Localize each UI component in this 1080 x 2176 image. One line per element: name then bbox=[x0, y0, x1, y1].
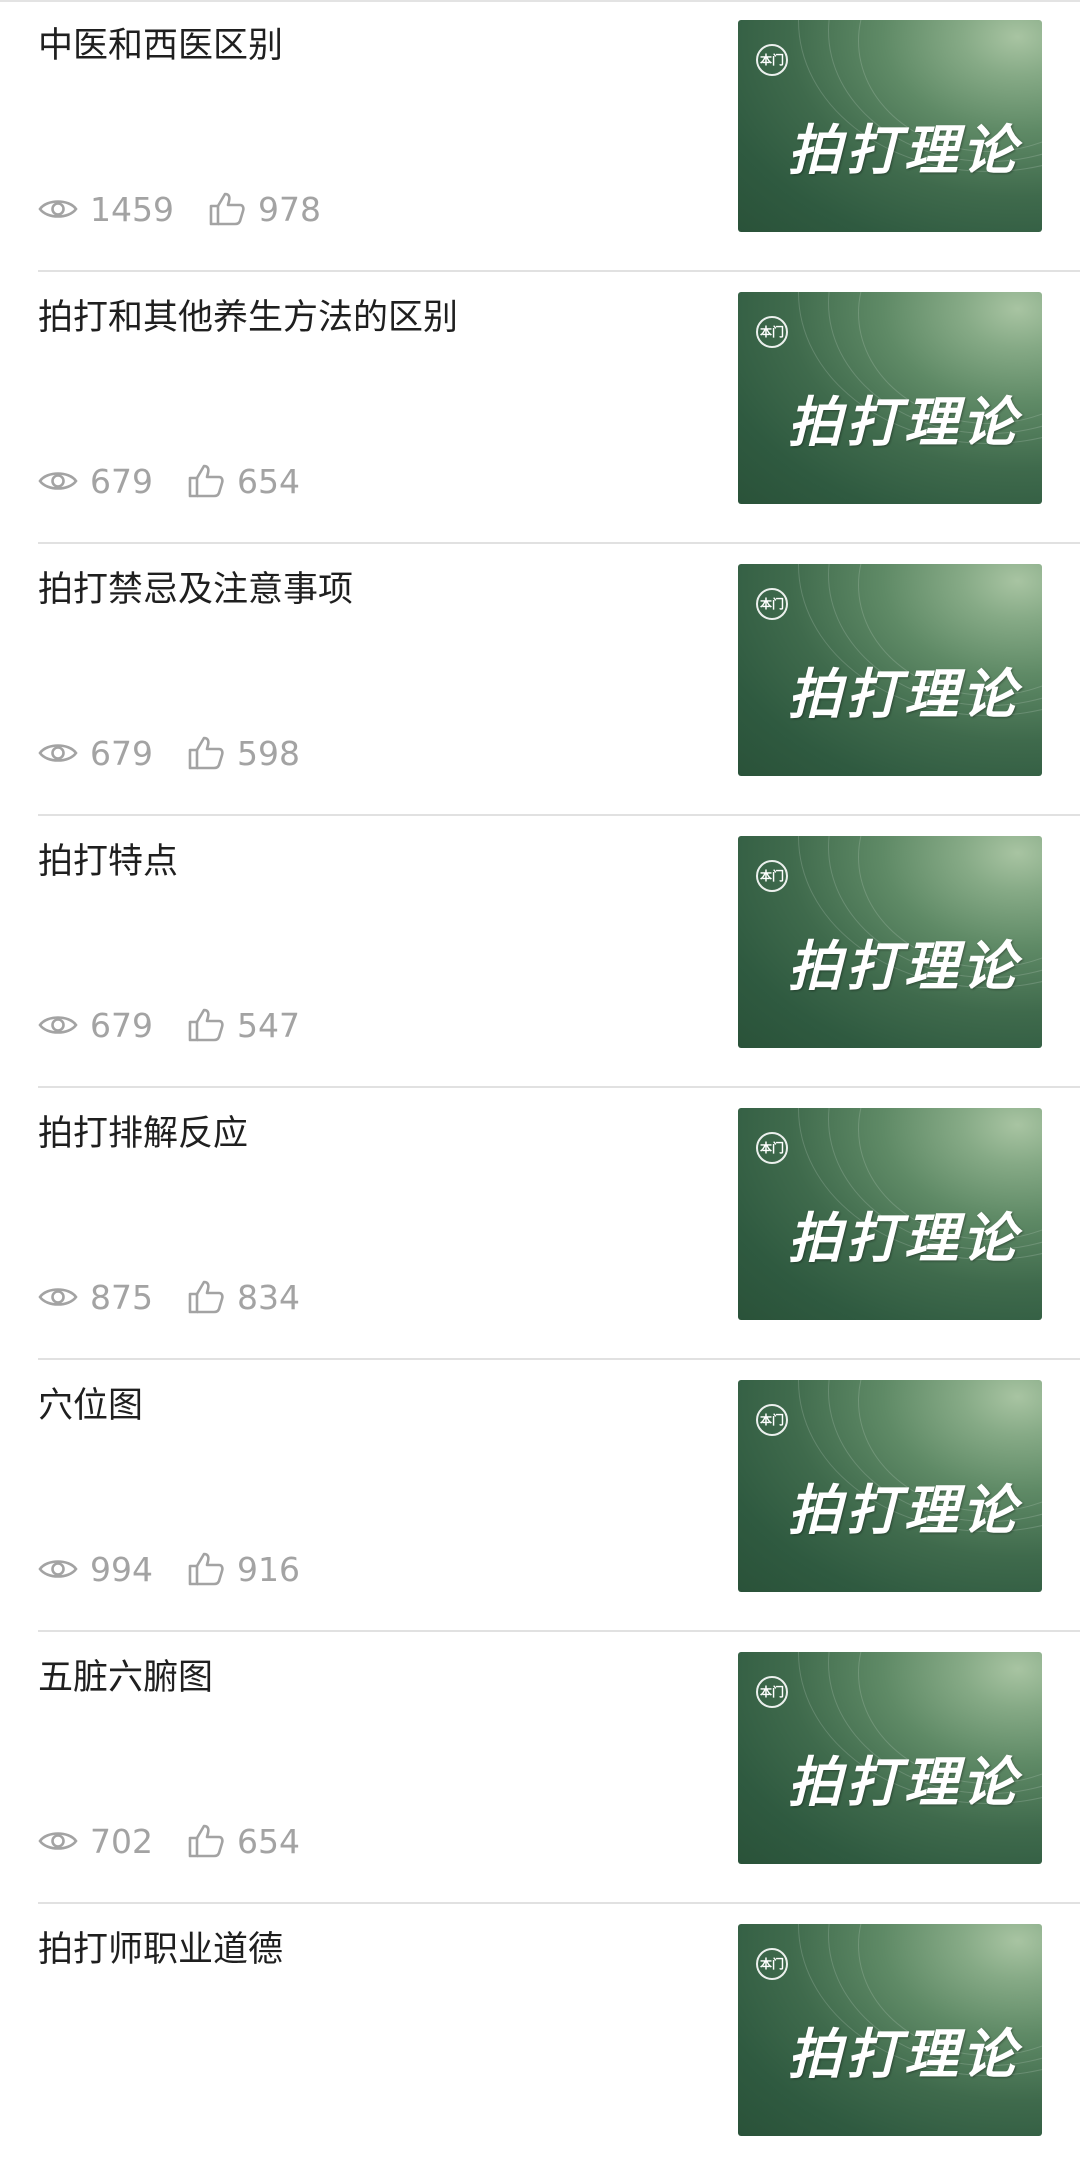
thumbs-up-icon[interactable] bbox=[187, 463, 225, 499]
article-stats: 679 654 bbox=[38, 458, 300, 504]
article-stats: 1459 978 bbox=[38, 186, 321, 232]
article-thumbnail[interactable]: 本门 拍打理论 bbox=[738, 292, 1042, 504]
thumbnail-title: 拍打理论 bbox=[788, 1750, 1020, 1814]
thumbs-up-icon[interactable] bbox=[187, 1007, 225, 1043]
thumbs-up-icon[interactable] bbox=[187, 1823, 225, 1859]
list-item[interactable]: 拍打特点 679 547 本门 拍打理论 bbox=[0, 816, 1080, 1088]
thumbnail-title: 拍打理论 bbox=[788, 1478, 1020, 1542]
article-title[interactable]: 拍打排解反应 bbox=[38, 1110, 718, 1158]
article-title[interactable]: 穴位图 bbox=[38, 1382, 718, 1430]
eye-icon bbox=[38, 196, 78, 222]
view-count: 994 bbox=[90, 1549, 153, 1589]
eye-icon bbox=[38, 1828, 78, 1854]
thumbs-up-icon[interactable] bbox=[208, 191, 246, 227]
like-count: 547 bbox=[237, 1005, 300, 1045]
thumbnail-title: 拍打理论 bbox=[788, 662, 1020, 726]
thumbnail-seal: 本门 bbox=[756, 588, 788, 620]
view-count: 679 bbox=[90, 733, 153, 773]
article-thumbnail[interactable]: 本门 拍打理论 bbox=[738, 1652, 1042, 1864]
eye-icon bbox=[38, 1012, 78, 1038]
article-thumbnail[interactable]: 本门 拍打理论 bbox=[738, 1380, 1042, 1592]
view-count: 875 bbox=[90, 1277, 153, 1317]
thumbnail-seal: 本门 bbox=[756, 44, 788, 76]
thumbnail-seal: 本门 bbox=[756, 860, 788, 892]
list-item[interactable]: 拍打禁忌及注意事项 679 598 本门 拍打理论 bbox=[0, 544, 1080, 816]
view-count: 679 bbox=[90, 1005, 153, 1045]
thumbnail-title: 拍打理论 bbox=[788, 1206, 1020, 1270]
like-count: 916 bbox=[237, 1549, 300, 1589]
like-count: 654 bbox=[237, 461, 300, 501]
list-item[interactable]: 拍打排解反应 875 834 本门 拍打理论 bbox=[0, 1088, 1080, 1360]
thumbs-up-icon[interactable] bbox=[187, 1279, 225, 1315]
eye-icon bbox=[38, 1284, 78, 1310]
thumbnail-seal: 本门 bbox=[756, 316, 788, 348]
article-title[interactable]: 拍打和其他养生方法的区别 bbox=[38, 294, 718, 342]
list-item[interactable]: 拍打师职业道德 本门 拍打理论 bbox=[0, 1904, 1080, 2176]
article-thumbnail[interactable]: 本门 拍打理论 bbox=[738, 836, 1042, 1048]
thumbnail-title: 拍打理论 bbox=[788, 118, 1020, 182]
list-item[interactable]: 拍打和其他养生方法的区别 679 654 本门 拍打理论 bbox=[0, 272, 1080, 544]
thumbnail-title: 拍打理论 bbox=[788, 390, 1020, 454]
eye-icon bbox=[38, 468, 78, 494]
article-stats: 875 834 bbox=[38, 1274, 300, 1320]
article-thumbnail[interactable]: 本门 拍打理论 bbox=[738, 20, 1042, 232]
list-item[interactable]: 中医和西医区别 1459 978 本门 拍打理论 bbox=[0, 0, 1080, 272]
article-stats: 679 547 bbox=[38, 1002, 300, 1048]
list-item[interactable]: 穴位图 994 916 本门 拍打理论 bbox=[0, 1360, 1080, 1632]
like-count: 978 bbox=[257, 189, 321, 229]
thumbnail-seal: 本门 bbox=[756, 1132, 788, 1164]
thumbnail-seal: 本门 bbox=[756, 1404, 788, 1436]
article-title[interactable]: 拍打特点 bbox=[38, 838, 718, 886]
thumbnail-title: 拍打理论 bbox=[788, 934, 1020, 998]
article-list: 中医和西医区别 1459 978 本门 拍打理论 拍打和其他养生方法的区别 67… bbox=[0, 0, 1080, 2176]
article-title[interactable]: 拍打禁忌及注意事项 bbox=[38, 566, 718, 614]
like-count: 654 bbox=[237, 1821, 300, 1861]
view-count: 1459 bbox=[90, 189, 174, 229]
article-thumbnail[interactable]: 本门 拍打理论 bbox=[738, 564, 1042, 776]
eye-icon bbox=[38, 1556, 78, 1582]
thumbs-up-icon[interactable] bbox=[187, 735, 225, 771]
thumbs-up-icon[interactable] bbox=[187, 1551, 225, 1587]
thumbnail-title: 拍打理论 bbox=[788, 2022, 1020, 2086]
eye-icon bbox=[38, 740, 78, 766]
like-count: 598 bbox=[237, 733, 300, 773]
article-stats: 679 598 bbox=[38, 730, 300, 776]
view-count: 679 bbox=[90, 461, 153, 501]
like-count: 834 bbox=[237, 1277, 300, 1317]
thumbnail-seal: 本门 bbox=[756, 1676, 788, 1708]
article-title[interactable]: 拍打师职业道德 bbox=[38, 1926, 718, 1974]
thumbnail-seal: 本门 bbox=[756, 1948, 788, 1980]
list-item[interactable]: 五脏六腑图 702 654 本门 拍打理论 bbox=[0, 1632, 1080, 1904]
article-stats: 994 916 bbox=[38, 1546, 300, 1592]
article-stats: 702 654 bbox=[38, 1818, 300, 1864]
article-thumbnail[interactable]: 本门 拍打理论 bbox=[738, 1924, 1042, 2136]
article-title[interactable]: 中医和西医区别 bbox=[38, 22, 718, 70]
article-thumbnail[interactable]: 本门 拍打理论 bbox=[738, 1108, 1042, 1320]
article-title[interactable]: 五脏六腑图 bbox=[38, 1654, 718, 1702]
view-count: 702 bbox=[90, 1821, 153, 1861]
